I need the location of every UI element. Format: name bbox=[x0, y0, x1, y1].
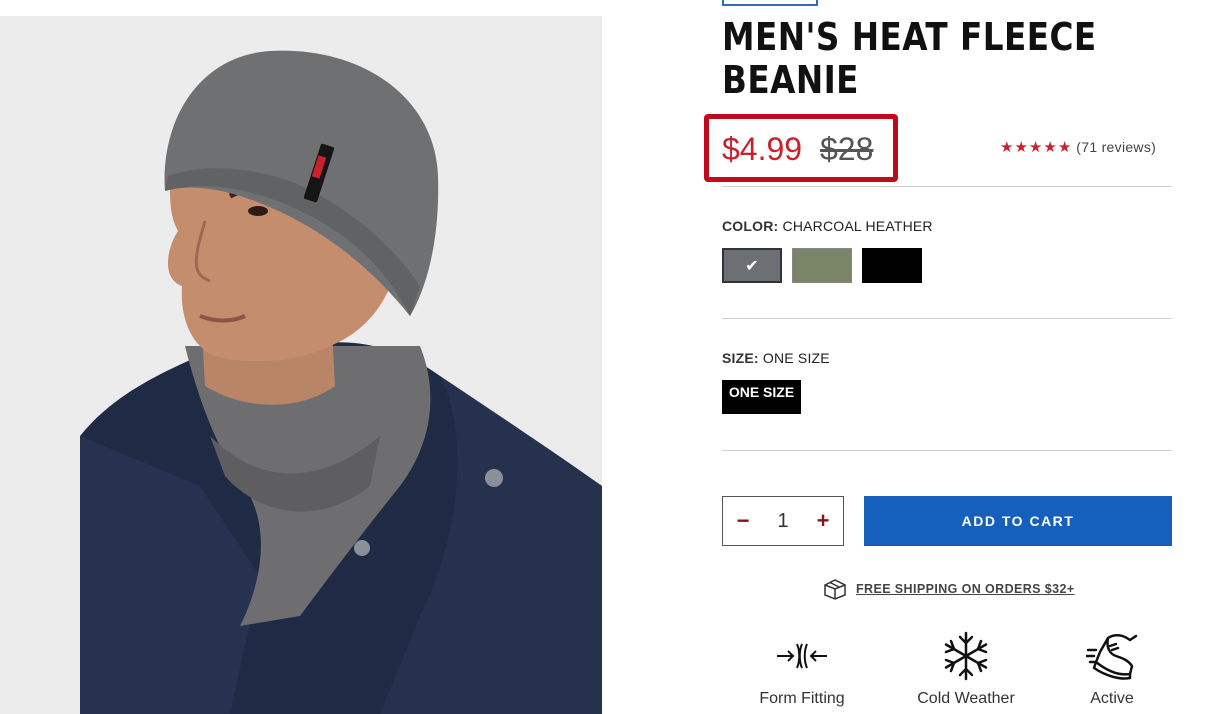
divider bbox=[722, 450, 1172, 451]
color-label-key: COLOR: bbox=[722, 218, 779, 234]
feature-form-fitting: Form Fitting bbox=[742, 626, 862, 708]
star-icon: ★ bbox=[1028, 138, 1043, 156]
swatch-black[interactable] bbox=[862, 248, 922, 283]
free-shipping-link[interactable]: FREE SHIPPING ON ORDERS $32+ bbox=[822, 578, 1075, 600]
feature-label: Form Fitting bbox=[759, 690, 845, 707]
color-label: COLOR: CHARCOAL HEATHER bbox=[722, 218, 933, 234]
beanie-model-photo bbox=[0, 16, 602, 714]
sale-price: $4.99 bbox=[722, 131, 803, 167]
star-icon: ★ bbox=[1057, 138, 1072, 156]
feature-active: Active bbox=[1052, 626, 1172, 708]
star-icon: ★ bbox=[1000, 138, 1014, 156]
check-icon: ✔ bbox=[745, 257, 759, 275]
product-image[interactable] bbox=[0, 16, 602, 714]
quantity-value[interactable]: 1 bbox=[777, 510, 788, 533]
size-value: ONE SIZE bbox=[762, 350, 830, 366]
feature-cold-weather: Cold Weather bbox=[906, 626, 1026, 708]
running-shoe-icon bbox=[1086, 634, 1138, 680]
free-shipping-text[interactable]: FREE SHIPPING ON ORDERS $32+ bbox=[856, 582, 1075, 596]
snowflake-icon bbox=[944, 631, 988, 681]
star-icon: ★ bbox=[1014, 138, 1028, 156]
original-price: $28 bbox=[820, 131, 874, 167]
size-label-key: SIZE: bbox=[722, 350, 759, 366]
add-to-cart-button[interactable]: ADD TO CART bbox=[864, 496, 1172, 546]
rating[interactable]: ★ ★ ★ ★ ★ (71 reviews) bbox=[1000, 138, 1156, 156]
divider bbox=[722, 186, 1172, 187]
quantity-decrease-button[interactable]: − bbox=[735, 510, 751, 532]
reviews-link[interactable]: (71 reviews) bbox=[1076, 139, 1156, 155]
quantity-stepper: − 1 + bbox=[722, 496, 844, 546]
divider bbox=[722, 318, 1172, 319]
form-fitting-icon bbox=[777, 643, 827, 669]
product-badge bbox=[722, 0, 818, 6]
size-label: SIZE: ONE SIZE bbox=[722, 350, 830, 366]
color-value: CHARCOAL HEATHER bbox=[782, 218, 933, 234]
box-icon bbox=[824, 579, 846, 600]
feature-label: Cold Weather bbox=[917, 690, 1015, 707]
quantity-increase-button[interactable]: + bbox=[815, 510, 831, 532]
star-icon: ★ bbox=[1043, 138, 1057, 156]
swatch-charcoal-heather[interactable]: ✔ bbox=[722, 248, 782, 283]
size-option-one-size[interactable]: ONE SIZE bbox=[722, 380, 801, 414]
feature-label: Active bbox=[1090, 690, 1134, 707]
swatch-olive[interactable] bbox=[792, 248, 852, 283]
product-title: MEN'S HEAT FLEECE BEANIE bbox=[722, 15, 1097, 102]
